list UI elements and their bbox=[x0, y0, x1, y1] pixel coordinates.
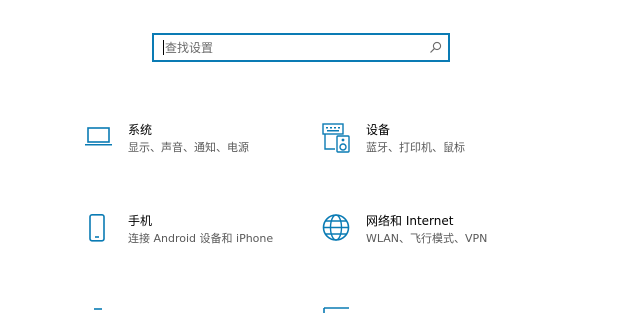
category-title: 设备 bbox=[366, 123, 391, 137]
globe-icon bbox=[322, 214, 350, 241]
category-title: 系统 bbox=[128, 123, 153, 137]
settings-category-partial-left[interactable] bbox=[84, 303, 324, 333]
search-box[interactable] bbox=[152, 33, 450, 62]
category-description: 蓝牙、打印机、鼠标 bbox=[366, 141, 465, 154]
search-icon[interactable] bbox=[429, 41, 442, 54]
keyboard-speaker-icon bbox=[322, 123, 350, 153]
category-icon bbox=[323, 307, 349, 313]
category-description: 连接 Android 设备和 iPhone bbox=[128, 232, 274, 245]
settings-category-network[interactable]: 网络和 Internet WLAN、飞行模式、VPN bbox=[322, 212, 562, 256]
category-title: 手机 bbox=[128, 214, 153, 228]
settings-category-partial-right[interactable] bbox=[322, 303, 562, 333]
laptop-icon bbox=[85, 127, 112, 146]
category-title: 网络和 Internet bbox=[366, 214, 454, 228]
settings-category-system[interactable]: 系统 显示、声音、通知、电源 bbox=[84, 121, 324, 165]
category-icon bbox=[94, 308, 102, 310]
category-description: WLAN、飞行模式、VPN bbox=[366, 232, 488, 245]
settings-category-devices[interactable]: 设备 蓝牙、打印机、鼠标 bbox=[322, 121, 562, 165]
search-input[interactable] bbox=[165, 35, 415, 60]
category-description: 显示、声音、通知、电源 bbox=[128, 141, 249, 154]
text-caret bbox=[163, 40, 164, 55]
phone-icon bbox=[89, 214, 105, 242]
settings-category-phone[interactable]: 手机 连接 Android 设备和 iPhone bbox=[84, 212, 324, 256]
